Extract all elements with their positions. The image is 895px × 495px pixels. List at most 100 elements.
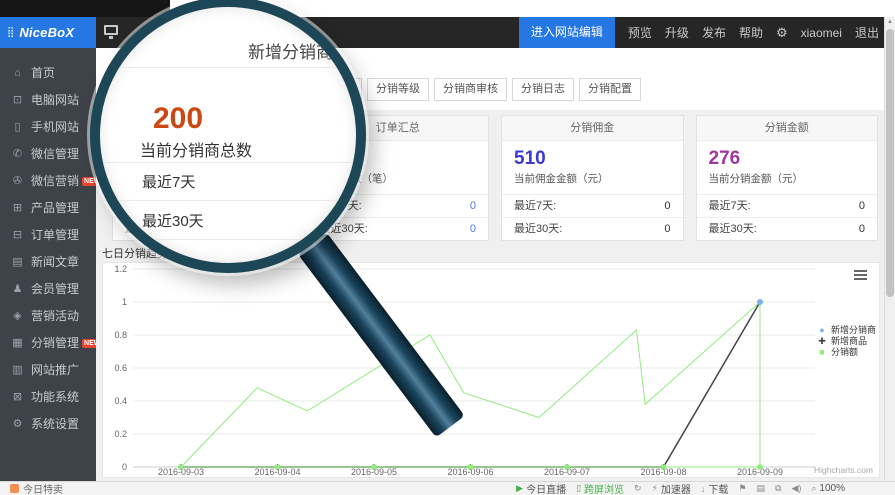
sidebar-item-product-management[interactable]: ⊞产品管理 — [0, 195, 96, 222]
card-value: 510 — [514, 148, 671, 170]
tab-distribution-log[interactable]: 分销日志 — [512, 78, 574, 101]
sidebar-item-site-promotion[interactable]: ▥网站推广 — [0, 357, 96, 384]
bars-icon: ▥ — [10, 357, 25, 384]
legend-item-new-products[interactable]: ✚新增商品 — [816, 336, 876, 347]
today-sale-button[interactable]: 今日特卖 — [10, 482, 63, 495]
sidebar-item-label: 手机网站 — [31, 114, 79, 141]
publish-link[interactable]: 发布 — [702, 24, 726, 41]
phone-icon: ▯ — [576, 483, 581, 494]
sidebar-item-label: 订单管理 — [31, 222, 79, 249]
sidebar-item-label: 电脑网站 — [31, 87, 79, 114]
download-button[interactable]: ↓下载 — [701, 481, 729, 495]
sidebar-item-function-system[interactable]: ⊠功能系统 — [0, 384, 96, 411]
row-label: 最近7天: — [709, 195, 751, 217]
statusbar-tools: ▶今日直播 ▯跨屏浏览 ↻ ⚡加速器 ↓下载 ⚑ ▤ ⧉ ◀) ⌕100% — [516, 482, 845, 495]
card-distribution-amount: 分销金额 276 当前分销金额（元） 最近7天:0 最近30天:0 — [696, 115, 879, 241]
cross-screen-button[interactable]: ▯跨屏浏览 — [576, 481, 624, 495]
svg-text:0.2: 0.2 — [114, 429, 127, 439]
brand-name: NiceBoX — [19, 25, 74, 40]
tool-label: 今日直播 — [526, 481, 566, 495]
tab-distribution-config[interactable]: 分销配置 — [579, 78, 641, 101]
magnified-card: 新增分销商 200 当前分销商总数 最近7天 最近30天 — [100, 7, 356, 263]
legend-item-new-distributors[interactable]: ●新增分销商 — [816, 325, 876, 336]
card-row-7d: 最近7天:0 — [502, 194, 683, 217]
sidebar-item-wechat-management[interactable]: ✆微信管理 — [0, 141, 96, 168]
zoom-level-button[interactable]: ⌕100% — [811, 483, 845, 494]
highcharts-credit[interactable]: Highcharts.com — [814, 465, 873, 475]
live-today-button[interactable]: ▶今日直播 — [516, 481, 566, 495]
upgrade-link[interactable]: 升级 — [665, 24, 689, 41]
legend-marker-circle: ● — [816, 325, 828, 336]
help-link[interactable]: 帮助 — [739, 24, 763, 41]
flag-button[interactable]: ⚑ — [738, 483, 746, 494]
card-row-7d: 最近7天:0 — [697, 194, 878, 217]
divider — [100, 162, 356, 163]
tab-distributor-review[interactable]: 分销商审核 — [434, 78, 507, 101]
sidebar-item-label: 网站推广 — [31, 357, 79, 384]
sidebar-item-news-articles[interactable]: ▤新闻文章 — [0, 249, 96, 276]
preview-link[interactable]: 预览 — [628, 24, 652, 41]
sidebar-item-distribution-management[interactable]: ▦分销管理NEW — [0, 330, 96, 357]
row-value-link[interactable]: 0 — [470, 218, 476, 240]
card-commission: 分销佣金 510 当前佣金金额（元） 最近7天:0 最近30天:0 — [501, 115, 684, 241]
magnified-card-title: 新增分销商 — [248, 38, 333, 63]
print-button[interactable]: ▤ — [757, 483, 766, 494]
document-icon: ▤ — [10, 249, 25, 276]
row-value-link[interactable]: 0 — [470, 195, 476, 217]
divider — [100, 67, 356, 68]
card-title: 分销金额 — [697, 116, 878, 141]
legend-label: 分销额 — [831, 347, 858, 358]
card-row-30d: 最近30天:0 — [697, 217, 878, 240]
enter-site-edit-button[interactable]: 进入网站编辑 — [519, 17, 615, 48]
topbar-actions: 进入网站编辑 预览 升级 发布 帮助 ⚙ xiaomei 退出 — [519, 17, 879, 48]
settings-gear-icon[interactable]: ⚙ — [776, 25, 788, 41]
sidebar-item-label: 微信管理 — [31, 141, 79, 168]
chart-icon: ▦ — [10, 330, 25, 357]
card-caption: 当前佣金金额（元） — [514, 171, 671, 186]
scroll-up-arrow[interactable]: ▲ — [885, 19, 895, 25]
magnifier-icon: ⌕ — [811, 483, 816, 494]
svg-text:0.6: 0.6 — [114, 363, 127, 373]
svg-text:1: 1 — [122, 297, 127, 307]
row-value: 0 — [859, 218, 865, 240]
sidebar-item-home[interactable]: ⌂首页 — [0, 60, 96, 87]
sidebar-item-mobile-site[interactable]: ▯手机网站 — [0, 114, 96, 141]
scrollbar-thumb[interactable] — [886, 29, 894, 297]
accelerator-button[interactable]: ⚡加速器 — [652, 481, 691, 495]
sidebar-item-system-settings[interactable]: ⚙系统设置 — [0, 411, 96, 438]
speaker-icon: ◀) — [791, 483, 801, 494]
chart-export-menu-icon[interactable] — [854, 270, 867, 282]
lightning-icon: ⚡ — [652, 483, 658, 494]
legend-label: 新增商品 — [831, 336, 867, 347]
sidebar-item-marketing-activities[interactable]: ◈营销活动 — [0, 303, 96, 330]
sidebar-item-member-management[interactable]: ♟会员管理 — [0, 276, 96, 303]
user-icon: ♟ — [10, 276, 25, 303]
tab-distribution-levels[interactable]: 分销等级 — [367, 78, 429, 101]
username[interactable]: xiaomei — [801, 26, 842, 40]
vertical-scrollbar[interactable]: ▲ — [884, 17, 895, 481]
sidebar-item-pc-site[interactable]: ⊡电脑网站 — [0, 87, 96, 114]
sidebar-item-label: 分销管理 — [31, 330, 79, 357]
refresh-button[interactable]: ↻ — [634, 483, 642, 494]
sidebar-item-order-management[interactable]: ⊟订单管理 — [0, 222, 96, 249]
svg-text:0.4: 0.4 — [114, 396, 127, 406]
tag-icon: ◈ — [10, 303, 25, 330]
play-circle-icon: ▶ — [516, 483, 523, 494]
tool-label: 加速器 — [661, 481, 691, 495]
app-window: ⣿ NiceBoX 进入网站编辑 预览 升级 发布 帮助 ⚙ xiaomei 退… — [0, 0, 895, 495]
windows-button[interactable]: ⧉ — [775, 483, 781, 494]
svg-text:0.8: 0.8 — [114, 330, 127, 340]
brand-logo[interactable]: ⣿ NiceBoX — [0, 17, 96, 48]
magnified-row-30d: 最近30天 — [142, 210, 204, 231]
grid-icon: ⣿ — [7, 28, 14, 38]
sidebar-item-label: 微信营销 — [31, 168, 79, 195]
magnified-card-caption: 当前分销商总数 — [140, 137, 252, 161]
logout-link[interactable]: 退出 — [855, 24, 879, 41]
sidebar-item-wechat-marketing[interactable]: ✇微信营销NEW — [0, 168, 96, 195]
row-value: 0 — [664, 195, 670, 217]
magnified-card-value: 200 — [153, 102, 203, 136]
chart-legend: ●新增分销商 ✚新增商品 ■分销额 — [816, 325, 876, 358]
order-icon: ⊟ — [10, 222, 25, 249]
sound-button[interactable]: ◀) — [791, 483, 801, 494]
legend-item-distribution-amount[interactable]: ■分销额 — [816, 347, 876, 358]
